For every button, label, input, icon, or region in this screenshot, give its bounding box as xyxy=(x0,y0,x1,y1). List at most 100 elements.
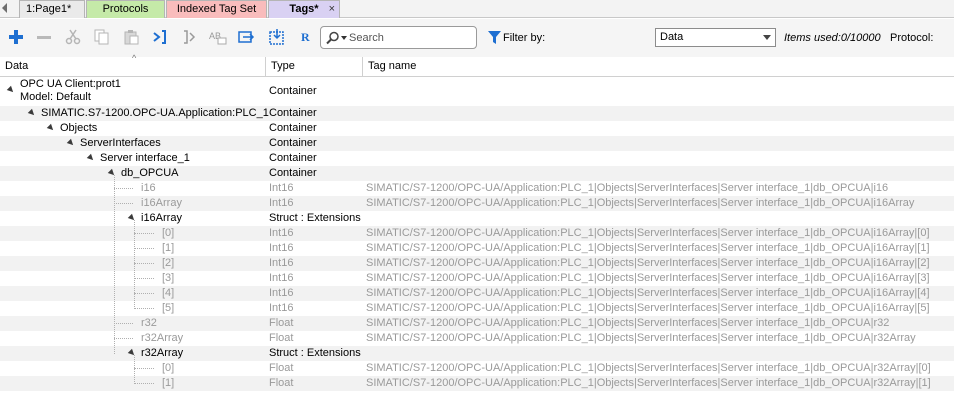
search-input[interactable] xyxy=(349,30,473,45)
table-row[interactable]: r32Array Struct : Extensions xyxy=(0,346,954,361)
table-row[interactable]: [5] Int16 SIMATIC/S7-1200/OPC-UA/Applicati… xyxy=(0,301,954,316)
tag-name-cell: SIMATIC/S7-1200/OPC-UA/Application:PLC_1… xyxy=(366,302,930,314)
table-row[interactable]: r32 Float SIMATIC/S7-1200/OPC-UA/Applicati… xyxy=(0,316,954,331)
filter-label: Filter by: xyxy=(503,32,546,44)
type-cell: Container xyxy=(269,152,317,164)
table-row[interactable]: [1] Float SIMATIC/S7-1200/OPC-UA/Applicati… xyxy=(0,376,954,391)
add-icon[interactable] xyxy=(7,28,25,46)
type-cell: Container xyxy=(269,167,317,179)
type-cell: Int16 xyxy=(269,227,294,239)
table-row[interactable]: [0] Int16 SIMATIC/S7-1200/OPC-UA/Applicati… xyxy=(0,226,954,241)
table-row[interactable]: OPC UA Client:prot1 Model: Default Contain… xyxy=(0,77,954,106)
close-icon[interactable]: × xyxy=(329,1,335,18)
table-row[interactable]: [1] Int16 SIMATIC/S7-1200/OPC-UA/Applicati… xyxy=(0,241,954,256)
type-cell: Container xyxy=(269,85,317,97)
search-options-chevron-icon[interactable] xyxy=(341,36,347,40)
table-row[interactable]: [3] Int16 SIMATIC/S7-1200/OPC-UA/Applicati… xyxy=(0,271,954,286)
type-cell: Float xyxy=(269,362,294,374)
table-row[interactable]: SIMATIC.S7-1200.OPC-UA.Application:PLC_1… xyxy=(0,106,954,121)
column-header-label: Type xyxy=(271,60,295,72)
data-cell: [4] xyxy=(162,287,175,299)
tag-name-cell: SIMATIC/S7-1200/OPC-UA/Application:PLC_1… xyxy=(366,227,930,239)
tag-name-cell xyxy=(366,121,954,136)
filter-icon[interactable] xyxy=(488,31,501,45)
tag-name-cell: SIMATIC/S7-1200/OPC-UA/Application:PLC_1… xyxy=(366,257,930,269)
tag-name-cell: SIMATIC/S7-1200/OPC-UA/Application:PLC_1… xyxy=(366,197,915,209)
tag-name-cell: SIMATIC/S7-1200/OPC-UA/Application:PLC_1… xyxy=(366,242,930,254)
rebrowse-icon[interactable]: R xyxy=(297,28,315,46)
toolbar: AB R Filter by: Data Items used:0/10000 … xyxy=(0,19,954,57)
rename-icon[interactable]: AB xyxy=(209,28,227,46)
tab-protocols[interactable]: Protocols xyxy=(86,0,165,18)
data-cell: i16 xyxy=(141,182,156,194)
filter-select[interactable]: Data xyxy=(655,28,776,47)
expand-collapse-icon[interactable] xyxy=(27,108,37,118)
copy-icon[interactable] xyxy=(93,28,111,46)
table-row[interactable]: i16Array Struct : Extensions xyxy=(0,211,954,226)
type-cell: Float xyxy=(269,332,294,344)
tree-connector xyxy=(134,308,154,309)
tab-indexed-tag-set[interactable]: Indexed Tag Set xyxy=(166,0,267,18)
expand-collapse-icon[interactable] xyxy=(66,138,76,148)
tree-connector xyxy=(114,323,133,324)
data-cell: [5] xyxy=(162,302,175,314)
tag-name-cell: SIMATIC/S7-1200/OPC-UA/Application:PLC_1… xyxy=(366,182,889,194)
table-row[interactable]: r32Array Float SIMATIC/S7-1200/OPC-UA/Appl… xyxy=(0,331,954,346)
type-cell: Container xyxy=(269,137,317,149)
paste-icon[interactable] xyxy=(122,28,140,46)
tag-name-cell: SIMATIC/S7-1200/OPC-UA/Application:PLC_1… xyxy=(366,332,916,344)
tag-name-cell xyxy=(366,136,954,151)
table-row[interactable]: [4] Int16 SIMATIC/S7-1200/OPC-UA/Applicati… xyxy=(0,286,954,301)
expand-collapse-icon[interactable] xyxy=(46,123,56,133)
tag-name-cell: SIMATIC/S7-1200/OPC-UA/Application:PLC_1… xyxy=(366,362,931,374)
table-row[interactable]: ServerInterfaces Container xyxy=(0,136,954,151)
table-row[interactable]: Server interface_1 Container xyxy=(0,151,954,166)
tree-connector xyxy=(134,248,154,249)
cut-icon[interactable] xyxy=(64,28,82,46)
data-cell: [1] xyxy=(162,242,175,254)
column-header-tag-name[interactable]: Tag name xyxy=(363,57,954,77)
expand-collapse-icon[interactable] xyxy=(6,85,16,95)
tag-name-cell xyxy=(366,346,954,361)
export-icon[interactable] xyxy=(268,28,286,46)
data-cell: db_OPCUA xyxy=(121,167,179,179)
convert-icon[interactable] xyxy=(238,28,256,46)
map-tag-icon[interactable] xyxy=(151,28,169,46)
chevron-down-icon[interactable] xyxy=(763,35,771,40)
table-row[interactable]: [2] Int16 SIMATIC/S7-1200/OPC-UA/Applicati… xyxy=(0,256,954,271)
tree-connector xyxy=(114,188,133,189)
type-cell: Int16 xyxy=(269,197,294,209)
data-cell-line: OPC UA Client:prot1 xyxy=(20,78,121,90)
data-cell: OPC UA Client:prot1 Model: Default xyxy=(20,78,121,107)
tag-name-cell xyxy=(366,77,954,92)
column-header-label: Tag name xyxy=(368,60,417,72)
tab-scroll-left-icon[interactable] xyxy=(2,3,7,13)
tab-tags[interactable]: Tags* × xyxy=(268,0,340,18)
column-header-type[interactable]: Type xyxy=(266,57,363,77)
tree-connector xyxy=(134,263,154,264)
tree-connector xyxy=(134,368,154,369)
data-cell: [3] xyxy=(162,272,175,284)
data-cell: [0] xyxy=(162,227,175,239)
tab-page1[interactable]: 1:Page1* xyxy=(19,0,85,18)
tab-strip: 1:Page1* Protocols Indexed Tag Set Tags*… xyxy=(0,0,954,18)
data-cell: r32Array xyxy=(141,332,184,344)
tab-label: Indexed Tag Set xyxy=(176,3,257,15)
table-row[interactable]: db_OPCUA Container xyxy=(0,166,954,181)
search-icon[interactable] xyxy=(326,31,340,48)
table-row[interactable]: Objects Container xyxy=(0,121,954,136)
tag-name-cell: SIMATIC/S7-1200/OPC-UA/Application:PLC_1… xyxy=(366,317,890,329)
remove-icon[interactable] xyxy=(35,28,53,46)
search-box[interactable] xyxy=(320,26,477,49)
tree-connector xyxy=(134,383,154,384)
table-row[interactable]: i16 Int16 SIMATIC/S7-1200/OPC-UA/Applicati… xyxy=(0,181,954,196)
tag-name-cell: SIMATIC/S7-1200/OPC-UA/Application:PLC_1… xyxy=(366,272,930,284)
expand-collapse-icon[interactable] xyxy=(86,153,96,163)
unmap-tag-icon[interactable] xyxy=(180,28,198,46)
column-header-label: Data xyxy=(5,60,29,72)
table-row[interactable]: i16Array Int16 SIMATIC/S7-1200/OPC-UA/Appl… xyxy=(0,196,954,211)
table-row[interactable]: [0] Float SIMATIC/S7-1200/OPC-UA/Applicati… xyxy=(0,361,954,376)
tree-connector xyxy=(114,338,133,339)
sort-ascending-icon[interactable]: ^ xyxy=(132,53,136,63)
data-cell: r32 xyxy=(141,317,157,329)
